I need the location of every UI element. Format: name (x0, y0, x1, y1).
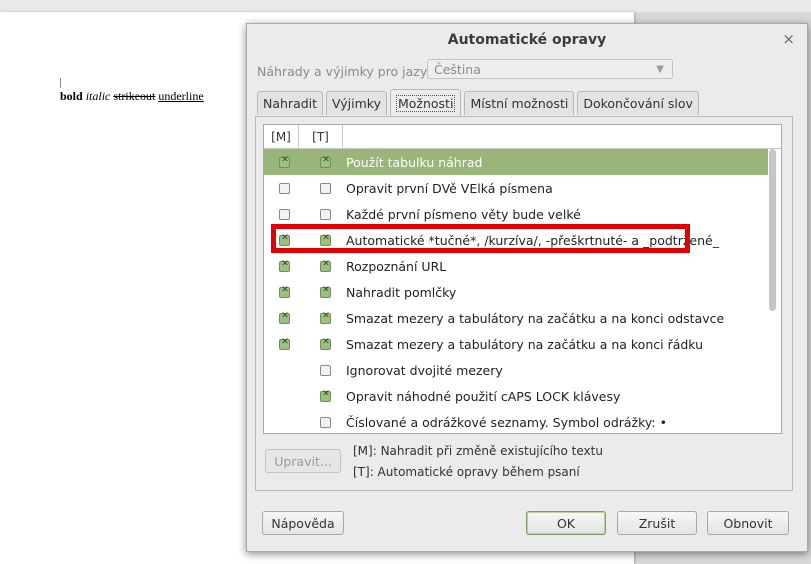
option-label: Rozpoznání URL (346, 258, 447, 274)
list-item[interactable]: Automatické *tučné*, /kurzíva/, -přeškrt… (264, 227, 781, 253)
list-header: [M] [T] (264, 125, 781, 149)
checkbox-t[interactable] (320, 364, 331, 376)
option-label: Nahradit pomlčky (346, 284, 457, 300)
autocorrect-dialog: Automatické opravy × Náhrady a výjimky p… (246, 23, 808, 552)
option-label: Ignorovat dvojité mezery (346, 362, 503, 378)
ok-button[interactable]: OK (526, 511, 606, 535)
tab-bar: Nahradit Výjimky Možnosti Místní možnost… (257, 89, 702, 116)
underline-word: underline (158, 89, 204, 103)
checkbox-t[interactable] (320, 233, 331, 246)
strikeout-word: strikeout (113, 89, 156, 103)
help-button[interactable]: Nápověda (262, 511, 344, 535)
options-rows: Použít tabulku náhrad Opravit první DVě V… (264, 149, 781, 433)
reset-button[interactable]: Obnovit (707, 511, 789, 535)
list-item[interactable]: Nahradit pomlčky (264, 279, 781, 305)
checkbox-m[interactable] (279, 208, 290, 220)
chevron-down-icon: ▼ (656, 64, 664, 75)
checkbox-t[interactable] (320, 259, 331, 272)
tab-word-completion[interactable]: Dokončování slov (577, 91, 699, 115)
legend-t: [T]: Automatické opravy během psaní (353, 465, 580, 479)
checkbox-m[interactable] (279, 285, 290, 298)
tab-exceptions[interactable]: Výjimky (326, 91, 387, 115)
option-label: Smazat mezery a tabulátory na začátku a … (346, 336, 704, 352)
options-list[interactable]: [M] [T] Použít tabulku náhrad Opravit prv… (263, 124, 782, 434)
list-item[interactable]: Každé první písmeno věty bude velké (264, 201, 781, 227)
checkbox-t[interactable] (320, 182, 331, 194)
checkbox-t[interactable] (320, 337, 331, 350)
option-label: Každé první písmeno věty bude velké (346, 206, 581, 222)
checkbox-m[interactable] (279, 311, 290, 324)
checkbox-m[interactable] (279, 182, 290, 194)
language-label: Náhrady a výjimky pro jazyk: (257, 63, 439, 79)
language-select-value: Čeština (434, 61, 481, 77)
checkbox-t[interactable] (320, 311, 331, 324)
option-label: Číslované a odrážkové seznamy. Symbol od… (346, 414, 667, 430)
dialog-title: Automatické opravy (447, 32, 607, 48)
checkbox-t[interactable] (320, 208, 331, 220)
checkbox-t[interactable] (320, 285, 331, 298)
text-cursor (60, 78, 61, 88)
option-label: Použít tabulku náhrad (346, 154, 483, 170)
bold-word: bold (60, 89, 83, 103)
checkbox-m[interactable] (279, 259, 290, 272)
checkbox-t[interactable] (320, 155, 331, 168)
list-item[interactable]: Smazat mezery a tabulátory na začátku a … (264, 305, 781, 331)
close-icon[interactable]: × (782, 30, 795, 48)
option-label: Smazat mezery a tabulátory na začátku a … (346, 310, 725, 326)
list-item[interactable]: Opravit náhodné použití cAPS LOCK kláves… (264, 383, 781, 409)
list-item[interactable]: Opravit první DVě VElká písmena (264, 175, 781, 201)
legend-m: [M]: Nahradit při změně existujícího tex… (353, 444, 603, 458)
list-item[interactable]: Ignorovat dvojité mezery (264, 357, 781, 383)
list-item[interactable]: Použít tabulku náhrad (264, 149, 768, 175)
options-panel: [M] [T] Použít tabulku náhrad Opravit prv… (255, 116, 793, 491)
checkbox-m[interactable] (279, 155, 290, 168)
checkbox-m[interactable] (279, 233, 290, 246)
tab-localized-options[interactable]: Místní možnosti (464, 91, 575, 115)
document-text[interactable]: bold italic strikeout underline (60, 89, 204, 104)
column-header-t[interactable]: [T] (299, 125, 343, 148)
option-label: Opravit náhodné použití cAPS LOCK kláves… (346, 388, 621, 404)
list-item[interactable]: Číslované a odrážkové seznamy. Symbol od… (264, 409, 781, 433)
checkbox-m[interactable] (279, 337, 290, 350)
document-topbar (0, 0, 811, 12)
list-scrollbar[interactable] (769, 149, 776, 311)
checkbox-t[interactable] (320, 416, 331, 428)
checkbox-t[interactable] (320, 389, 331, 402)
cancel-button[interactable]: Zrušit (617, 511, 697, 535)
italic-word: italic (85, 89, 111, 103)
language-select[interactable]: Čeština ▼ (427, 59, 673, 79)
list-item[interactable]: Smazat mezery a tabulátory na začátku a … (264, 331, 781, 357)
column-header-m[interactable]: [M] (264, 125, 299, 148)
tab-options[interactable]: Možnosti (389, 89, 462, 116)
option-label: Opravit první DVě VElká písmena (346, 180, 553, 196)
list-item[interactable]: Rozpoznání URL (264, 253, 781, 279)
edit-button[interactable]: Upravit... (265, 449, 341, 473)
option-label: Automatické *tučné*, /kurzíva/, -přeškrt… (346, 232, 719, 248)
tab-replace[interactable]: Nahradit (257, 91, 324, 115)
